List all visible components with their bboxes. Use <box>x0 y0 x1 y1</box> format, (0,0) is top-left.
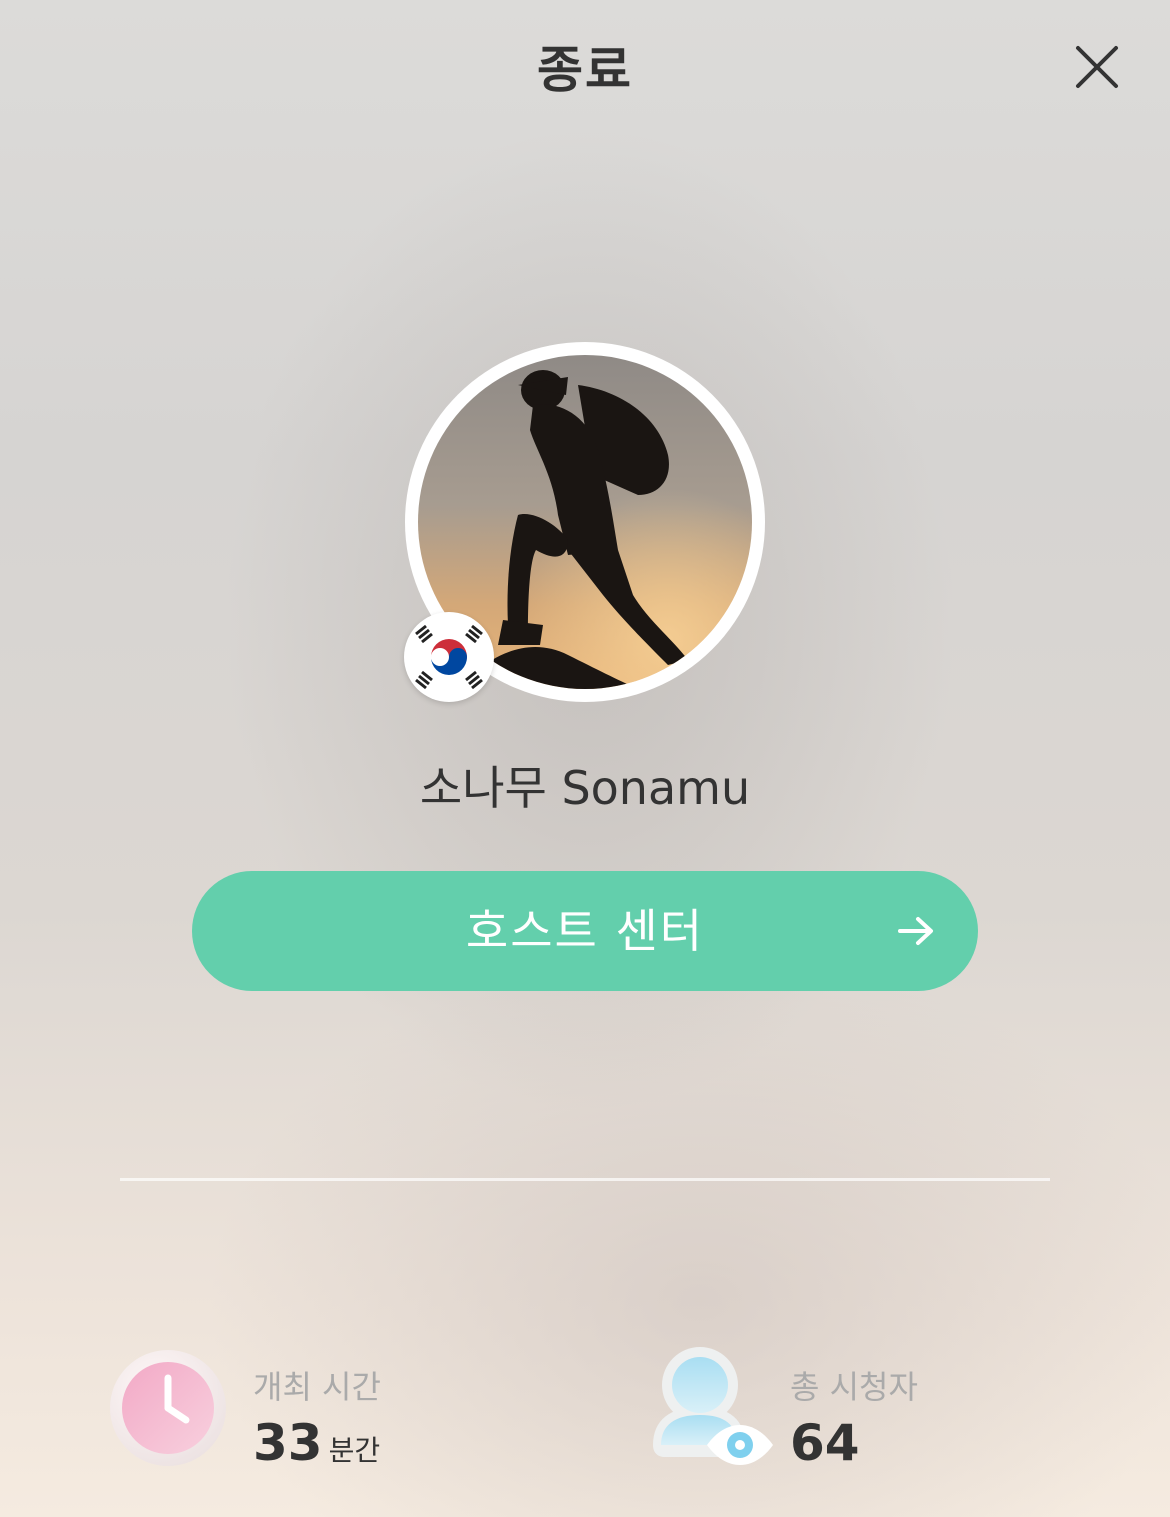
duration-value: 33 분간 <box>253 1414 380 1472</box>
duration-label: 개최 시간 <box>253 1368 381 1406</box>
clock-icon <box>110 1350 226 1466</box>
divider <box>120 1178 1050 1181</box>
host-center-label: 호스트 센터 <box>465 904 705 958</box>
host-name: 소나무 Sonamu <box>419 761 751 815</box>
close-icon <box>1076 46 1118 88</box>
viewer-eye-icon <box>653 1347 773 1465</box>
duration-unit: 분간 <box>328 1434 381 1467</box>
arrow-right-icon <box>898 917 933 945</box>
viewers-value: 64 <box>790 1414 860 1472</box>
page-title: 종료 <box>537 41 633 99</box>
close-button[interactable] <box>1072 42 1122 92</box>
duration-number: 33 <box>253 1414 323 1472</box>
viewers-label: 총 시청자 <box>790 1368 918 1406</box>
host-center-button[interactable]: 호스트 센터 <box>192 871 978 991</box>
korea-flag-icon <box>404 612 494 702</box>
